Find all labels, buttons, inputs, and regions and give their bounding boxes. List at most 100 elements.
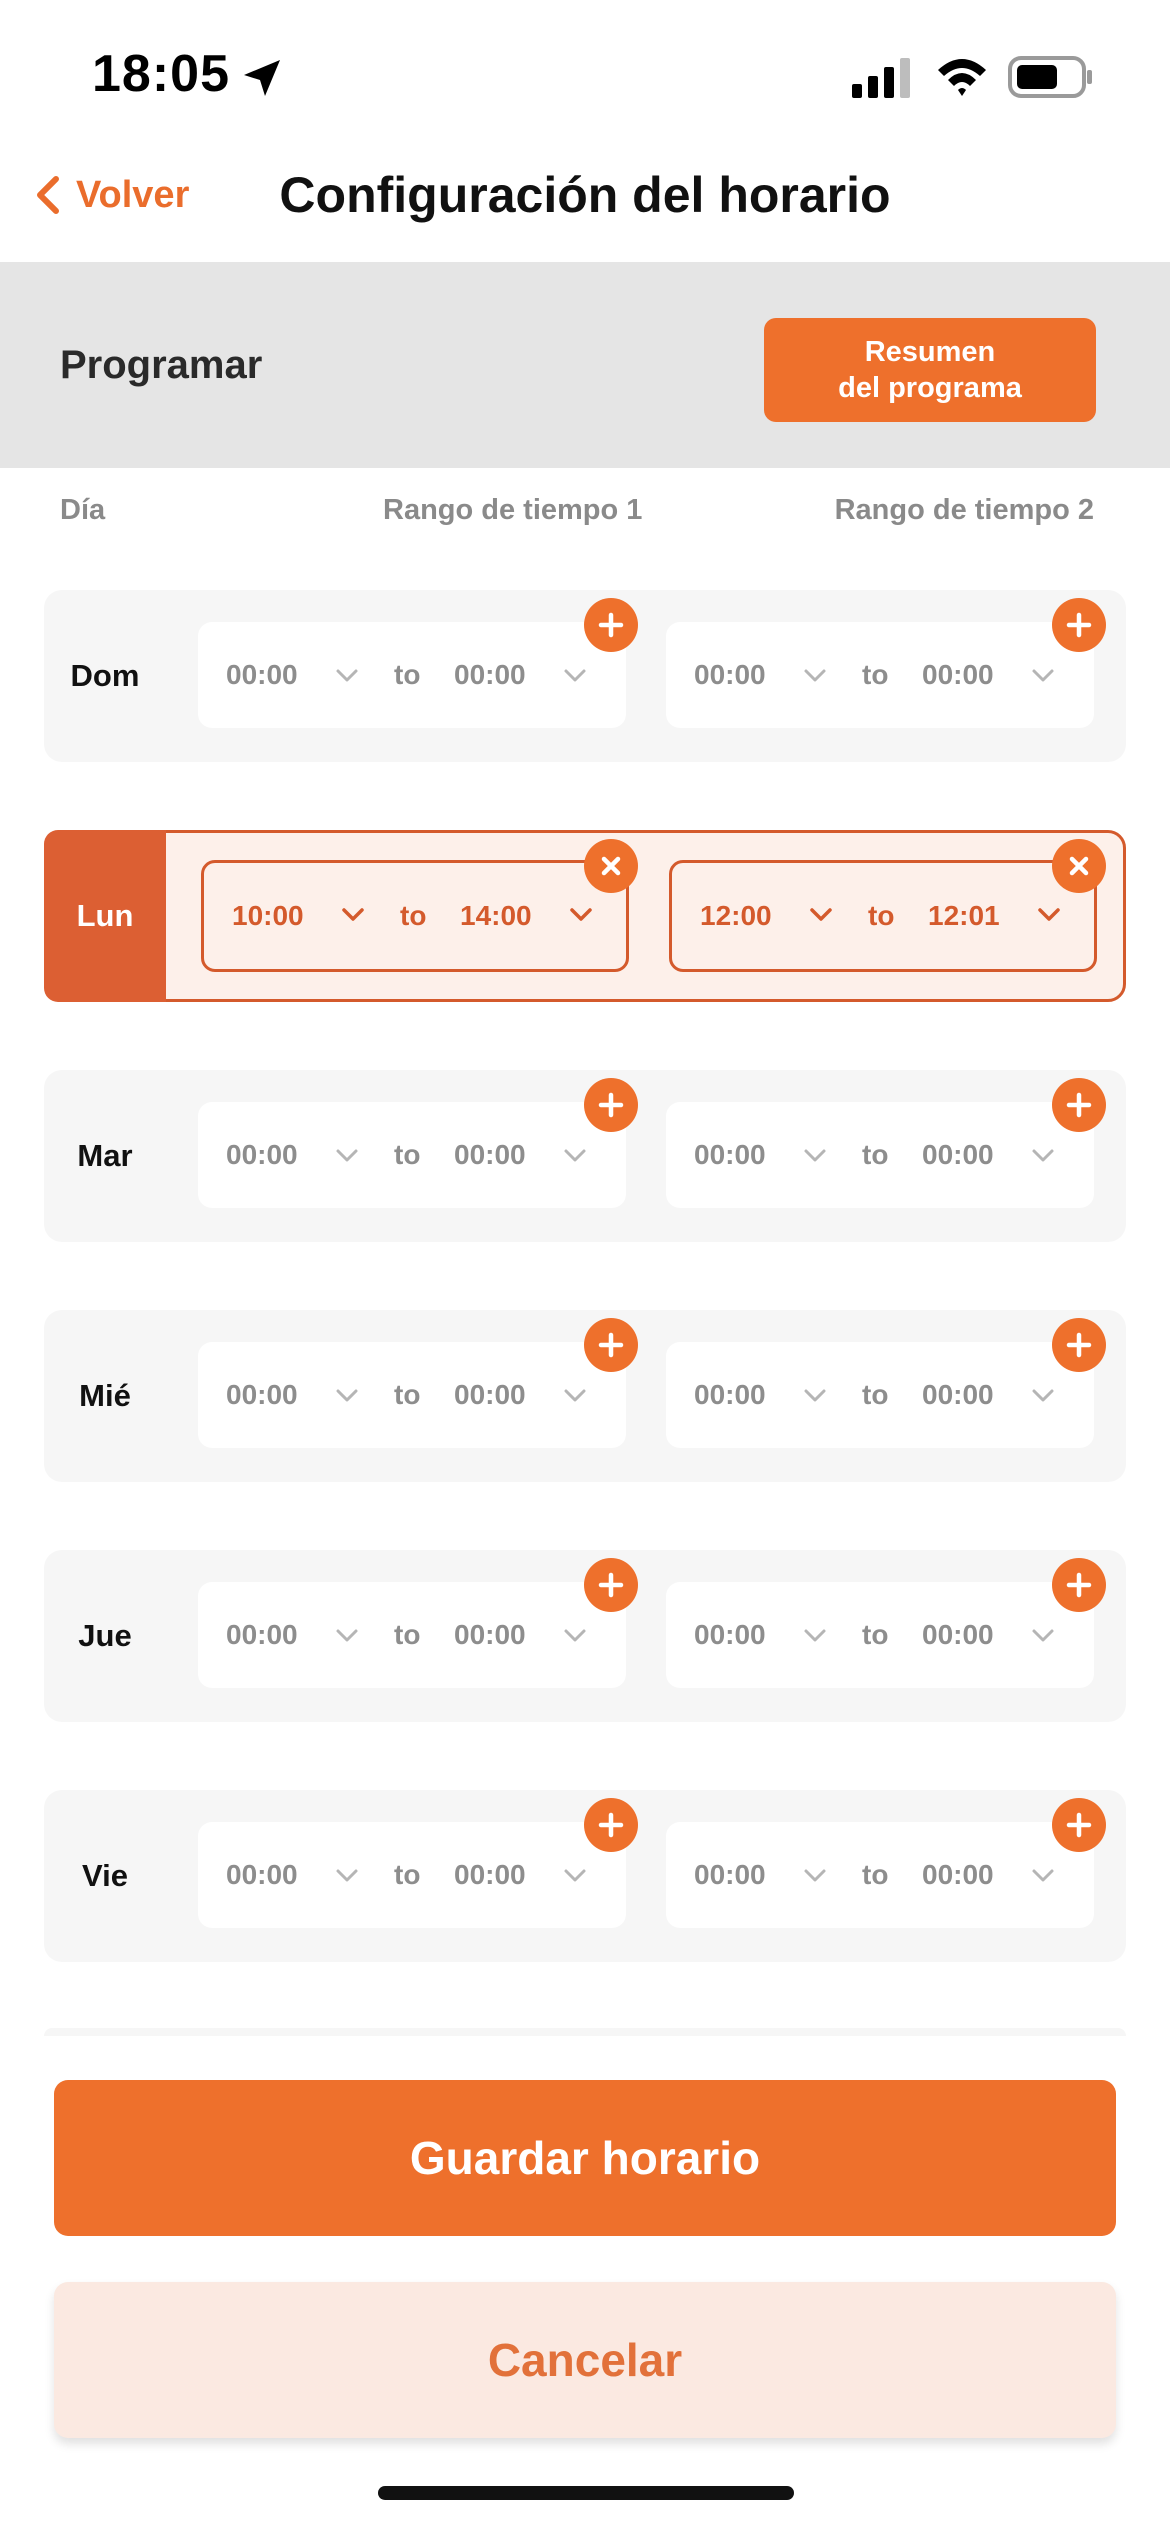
range-start-select[interactable]: 00:00 (226, 622, 298, 728)
day-row-jue: Jue 00:00 to 00:00 00:00 to 00:00 (44, 1550, 1126, 1722)
range-end-select[interactable]: 00:00 (454, 1582, 526, 1688)
range-start-select[interactable]: 00:00 (694, 622, 766, 728)
add-range-button[interactable] (584, 1558, 638, 1612)
time-range-1[interactable]: 00:00 to 00:00 (198, 1798, 638, 1928)
range-start-select[interactable]: 00:00 (226, 1822, 298, 1928)
day-row-vie: Vie 00:00 to 00:00 00:00 to 00:00 (44, 1790, 1126, 1962)
range-separator: to (862, 1379, 889, 1410)
range-separator: to (868, 900, 895, 931)
add-range-button[interactable] (584, 1078, 638, 1132)
chevron-down-icon (1032, 1629, 1054, 1642)
range-end-select[interactable]: 00:00 (922, 622, 994, 728)
range-start-select[interactable]: 10:00 (232, 863, 304, 969)
program-summary-button[interactable]: Resumen del programa (764, 318, 1096, 422)
range-start-select[interactable]: 00:00 (694, 1822, 766, 1928)
range-end-select[interactable]: 00:00 (454, 622, 526, 728)
day-label: Vie (82, 1858, 128, 1893)
cellular-signal-icon (852, 58, 910, 98)
save-schedule-button[interactable]: Guardar horario (54, 2080, 1116, 2236)
chevron-down-icon (804, 1869, 826, 1882)
add-range-button[interactable] (1052, 1798, 1106, 1852)
chevron-down-icon (804, 1629, 826, 1642)
add-range-button[interactable] (1052, 598, 1106, 652)
home-indicator (378, 2486, 794, 2500)
range-end-select[interactable]: 00:00 (454, 1102, 526, 1208)
chevron-down-icon (564, 1389, 586, 1402)
column-header-range1: Rango de tiempo 1 (383, 494, 643, 526)
range-end-select[interactable]: 00:00 (922, 1822, 994, 1928)
time-range-1[interactable]: 00:00 to 00:00 (198, 1558, 638, 1688)
time-range-2[interactable]: 00:00 to 00:00 (666, 1318, 1106, 1448)
time-range-2[interactable]: 00:00 to 00:00 (666, 1798, 1106, 1928)
chevron-down-icon (336, 1149, 358, 1162)
range-separator: to (862, 1619, 889, 1650)
chevron-down-icon (1038, 908, 1060, 921)
range-end-select[interactable]: 12:01 (928, 863, 1000, 969)
day-row-mie: Mié 00:00 to 00:00 00:00 to 00:00 (44, 1310, 1126, 1482)
chevron-down-icon (1032, 669, 1054, 682)
chevron-down-icon (336, 1389, 358, 1402)
add-range-button[interactable] (584, 1318, 638, 1372)
time-range-2[interactable]: 00:00 to 00:00 (666, 1078, 1106, 1208)
plus-icon (1066, 1572, 1092, 1598)
add-range-button[interactable] (584, 1798, 638, 1852)
range-end-select[interactable]: 00:00 (922, 1342, 994, 1448)
range-end-select[interactable]: 00:00 (922, 1102, 994, 1208)
range-separator: to (394, 1379, 421, 1410)
x-icon (1069, 856, 1089, 876)
x-icon (601, 856, 621, 876)
program-bar: Programar Resumen del programa (0, 262, 1170, 468)
time-range-2[interactable]: 00:00 to 00:00 (666, 598, 1106, 728)
remove-range-button[interactable] (1052, 839, 1106, 893)
chevron-down-icon (336, 1869, 358, 1882)
add-range-button[interactable] (1052, 1078, 1106, 1132)
range-start-select[interactable]: 00:00 (694, 1582, 766, 1688)
range-separator: to (394, 1139, 421, 1170)
cancel-button[interactable]: Cancelar (54, 2282, 1116, 2438)
time-range-1[interactable]: 10:00 to 14:00 (201, 839, 638, 972)
range-start-select[interactable]: 00:00 (226, 1102, 298, 1208)
chevron-down-icon (336, 669, 358, 682)
time-range-2[interactable]: 12:00 to 12:01 (669, 839, 1106, 972)
column-header-range2: Rango de tiempo 2 (834, 494, 1094, 526)
day-row-dom: Dom 00:00 to 00:00 00:00 to 00:00 (44, 590, 1126, 762)
chevron-down-icon (804, 669, 826, 682)
time-range-1[interactable]: 00:00 to 00:00 (198, 598, 638, 728)
add-range-button[interactable] (1052, 1558, 1106, 1612)
plus-icon (1066, 1812, 1092, 1838)
plus-icon (598, 1572, 624, 1598)
range-separator: to (394, 659, 421, 690)
range-separator: to (862, 659, 889, 690)
range-end-select[interactable]: 00:00 (454, 1822, 526, 1928)
battery-icon (1008, 56, 1092, 98)
time-range-2[interactable]: 00:00 to 00:00 (666, 1558, 1106, 1688)
range-end-select[interactable]: 00:00 (454, 1342, 526, 1448)
column-headers: Día Rango de tiempo 1 Rango de tiempo 2 (0, 468, 1170, 558)
range-end-select[interactable]: 14:00 (460, 863, 532, 969)
range-start-select[interactable]: 00:00 (226, 1582, 298, 1688)
time-range-1[interactable]: 00:00 to 00:00 (198, 1078, 638, 1208)
range-start-select[interactable]: 00:00 (694, 1102, 766, 1208)
plus-icon (598, 1092, 624, 1118)
time-range-1[interactable]: 00:00 to 00:00 (198, 1318, 638, 1448)
range-start-select[interactable]: 00:00 (694, 1342, 766, 1448)
chevron-down-icon (810, 908, 832, 921)
program-label: Programar (60, 343, 263, 387)
remove-range-button[interactable] (584, 839, 638, 893)
range-separator: to (394, 1859, 421, 1890)
status-time: 18:05 (92, 45, 230, 103)
add-range-button[interactable] (584, 598, 638, 652)
summary-line-1: Resumen (864, 336, 996, 368)
back-button[interactable]: Volver (34, 160, 189, 230)
chevron-down-icon (804, 1149, 826, 1162)
plus-icon (1066, 1092, 1092, 1118)
range-separator: to (862, 1139, 889, 1170)
range-separator: to (862, 1859, 889, 1890)
day-label: Jue (78, 1618, 132, 1653)
add-range-button[interactable] (1052, 1318, 1106, 1372)
plus-icon (1066, 612, 1092, 638)
range-separator: to (400, 900, 427, 931)
range-start-select[interactable]: 12:00 (700, 863, 772, 969)
range-start-select[interactable]: 00:00 (226, 1342, 298, 1448)
range-end-select[interactable]: 00:00 (922, 1582, 994, 1688)
